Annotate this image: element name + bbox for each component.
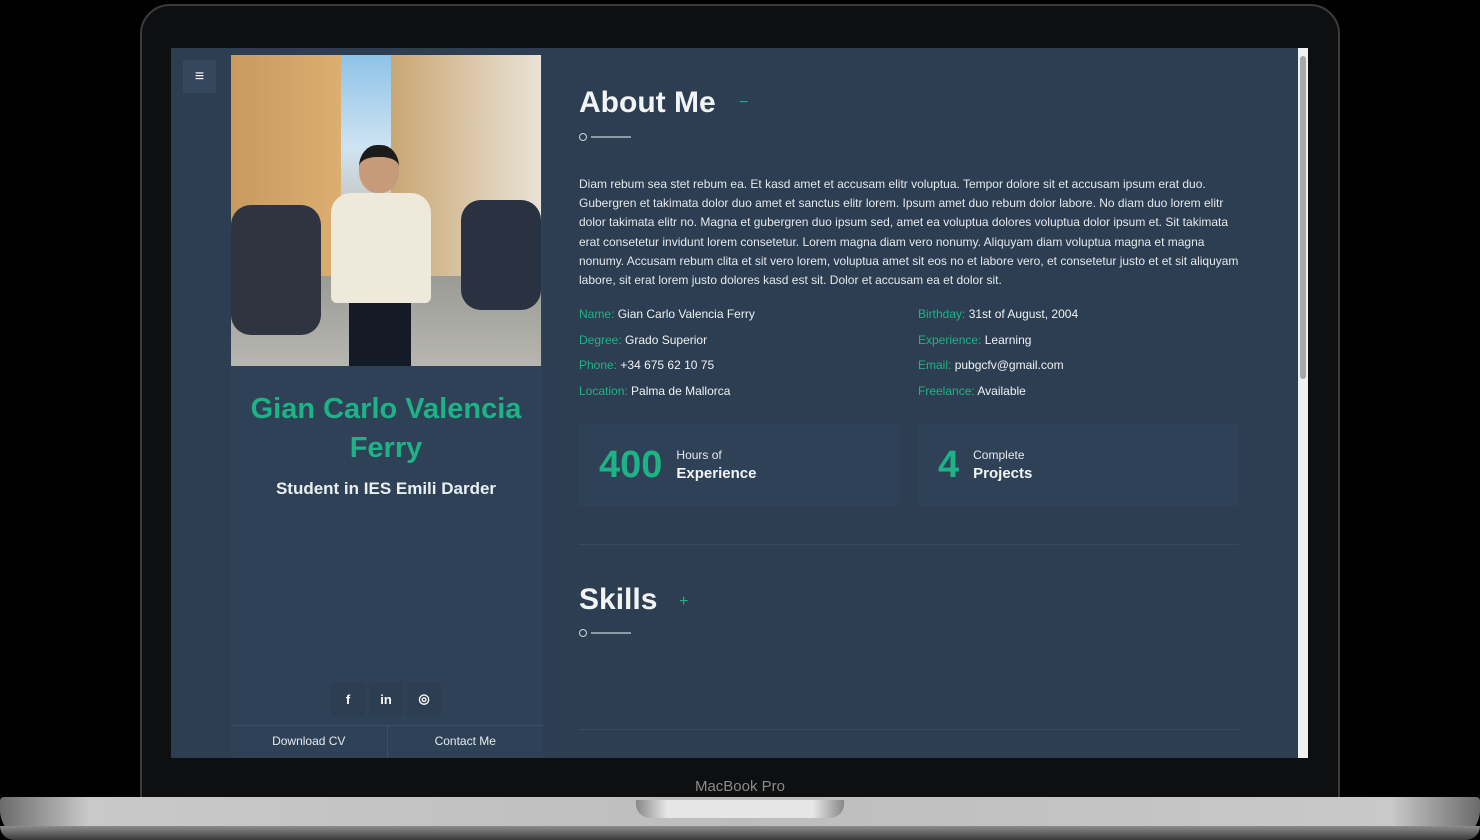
download-cv-button[interactable]: Download CV <box>231 726 388 758</box>
profile-actions: Download CV Contact Me <box>231 725 543 758</box>
info-phone: Phone: +34 675 62 10 75 <box>579 358 715 372</box>
info-grid: Name: Gian Carlo Valencia Ferry Birthday… <box>579 305 1239 401</box>
info-experience: Experience: Learning <box>918 332 1032 347</box>
title-underline <box>579 133 631 141</box>
laptop-notch <box>636 800 844 818</box>
about-title: About Me <box>579 86 716 119</box>
profile-role: Student in IES Emili Darder <box>275 479 497 498</box>
contact-me-button[interactable]: Contact Me <box>388 726 544 758</box>
scrollbar-thumb[interactable] <box>1300 56 1306 379</box>
hamburger-icon[interactable]: ≡ <box>183 60 216 93</box>
divider <box>579 729 1239 730</box>
profile-photo <box>231 55 541 366</box>
info-email: Email: pubgcfv@gmail.com <box>918 358 1064 372</box>
instagram-icon[interactable]: ◎ <box>407 682 441 716</box>
social-links: f in ◎ <box>331 682 441 716</box>
profile-panel: Gian Carlo Valencia Ferry Student in IES… <box>231 55 543 758</box>
about-bio: Diam rebum sea stet rebum ea. Et kasd am… <box>579 177 1239 288</box>
info-birthday: Birthday: 31st of August, 2004 <box>918 307 1079 321</box>
screen: ≡ Gian Carlo Valencia Ferry Student in I… <box>171 48 1308 758</box>
info-name: Name: Gian Carlo Valencia Ferry <box>579 307 755 321</box>
linkedin-icon[interactable]: in <box>369 682 403 716</box>
stat-hours: 400 Hours of Experience <box>579 424 900 506</box>
info-freelance: Freelance: Available <box>918 383 1026 398</box>
facebook-icon[interactable]: f <box>331 682 365 716</box>
info-location: Location: Palma de Mallorca <box>579 383 731 398</box>
divider <box>579 544 1239 545</box>
nav-rail: ≡ <box>171 48 231 758</box>
device-label: MacBook Pro <box>694 778 786 795</box>
scrollbar[interactable] <box>1298 48 1308 758</box>
title-underline <box>579 629 631 637</box>
about-toggle[interactable]: − <box>739 94 748 112</box>
skills-toggle[interactable]: + <box>679 593 688 611</box>
skills-title: Skills <box>579 583 658 616</box>
stat-projects: 4 Complete Projects <box>918 424 1239 506</box>
info-degree: Degree: Grado Superior <box>579 332 708 347</box>
profile-name: Gian Carlo Valencia Ferry <box>250 393 522 464</box>
